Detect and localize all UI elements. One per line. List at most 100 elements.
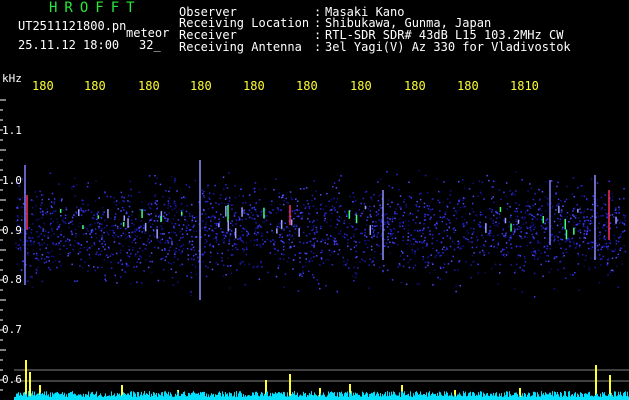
noise-speck bbox=[16, 244, 19, 247]
noise-floor bbox=[93, 394, 94, 400]
noise-speck bbox=[584, 259, 587, 261]
noise-floor bbox=[350, 393, 351, 400]
noise-speck bbox=[103, 259, 106, 261]
noise-speck bbox=[540, 263, 542, 266]
noise-speck bbox=[605, 237, 608, 239]
noise-speck bbox=[299, 241, 301, 243]
noise-speck bbox=[154, 195, 156, 197]
noise-speck bbox=[386, 171, 388, 173]
noise-speck bbox=[308, 233, 311, 235]
noise-speck bbox=[215, 224, 218, 226]
noise-speck bbox=[574, 217, 577, 219]
noise-floor bbox=[120, 395, 121, 400]
noise-speck bbox=[420, 235, 423, 237]
time-tick: 180 bbox=[457, 79, 479, 93]
noise-speck bbox=[503, 191, 505, 194]
noise-speck bbox=[512, 233, 515, 235]
noise-speck bbox=[448, 226, 450, 229]
noise-floor bbox=[55, 392, 56, 400]
noise-speck bbox=[213, 218, 216, 220]
noise-speck bbox=[127, 200, 129, 202]
noise-speck bbox=[562, 252, 565, 254]
noise-speck bbox=[538, 199, 541, 201]
noise-speck bbox=[449, 222, 451, 224]
noise-floor bbox=[46, 391, 47, 400]
noise-speck bbox=[209, 244, 211, 247]
noise-speck bbox=[335, 201, 338, 204]
noise-speck bbox=[408, 266, 411, 269]
noise-speck bbox=[444, 249, 446, 251]
noise-floor bbox=[551, 394, 552, 400]
noise-floor bbox=[119, 393, 120, 400]
noise-floor bbox=[233, 395, 234, 400]
noise-speck bbox=[189, 215, 191, 217]
noise-speck bbox=[403, 258, 405, 261]
noise-speck bbox=[369, 214, 372, 216]
noise-speck bbox=[175, 251, 178, 253]
noise-speck bbox=[387, 232, 390, 235]
noise-speck bbox=[470, 276, 472, 279]
noise-speck bbox=[42, 194, 44, 196]
noise-speck bbox=[130, 282, 132, 285]
noise-speck bbox=[437, 276, 439, 279]
noise-speck bbox=[407, 229, 410, 232]
noise-floor bbox=[79, 394, 80, 400]
antenna-value: 3el Yagi(V) Az 330 for Vladivostok bbox=[325, 40, 571, 54]
noise-floor bbox=[21, 394, 22, 400]
noise-speck bbox=[437, 252, 440, 255]
noise-floor bbox=[587, 394, 588, 400]
noise-speck bbox=[501, 233, 504, 235]
noise-floor bbox=[74, 393, 75, 400]
noise-speck bbox=[306, 241, 308, 244]
noise-speck bbox=[164, 242, 167, 244]
noise-floor bbox=[256, 391, 257, 400]
noise-speck bbox=[119, 276, 122, 279]
noise-speck bbox=[67, 253, 70, 255]
noise-speck bbox=[622, 214, 625, 216]
noise-speck bbox=[278, 226, 281, 229]
noise-speck bbox=[544, 237, 546, 239]
noise-speck bbox=[222, 274, 224, 277]
noise-floor bbox=[337, 392, 338, 400]
noise-speck bbox=[110, 253, 113, 255]
noise-speck bbox=[575, 224, 577, 226]
noise-speck bbox=[537, 208, 540, 211]
noise-speck bbox=[407, 261, 409, 264]
noise-speck bbox=[206, 186, 209, 189]
noise-speck bbox=[380, 193, 382, 196]
noise-speck bbox=[557, 239, 559, 242]
noise-speck bbox=[615, 207, 617, 209]
noise-speck bbox=[402, 214, 404, 217]
noise-speck bbox=[471, 241, 473, 243]
noise-speck bbox=[27, 240, 29, 242]
noise-speck bbox=[294, 232, 296, 234]
noise-floor bbox=[226, 394, 227, 400]
noise-speck bbox=[379, 204, 381, 206]
noise-speck bbox=[402, 265, 405, 268]
noise-speck bbox=[17, 248, 20, 250]
noise-floor bbox=[143, 393, 144, 400]
noise-floor bbox=[488, 395, 489, 400]
noise-speck bbox=[83, 211, 85, 213]
noise-speck bbox=[387, 203, 389, 205]
noise-speck bbox=[412, 219, 415, 221]
noise-speck bbox=[455, 217, 458, 220]
noise-speck bbox=[177, 281, 179, 284]
noise-speck bbox=[126, 252, 128, 254]
noise-floor bbox=[196, 393, 197, 400]
noise-floor bbox=[274, 393, 275, 400]
noise-speck bbox=[175, 234, 178, 236]
echo-blip bbox=[181, 211, 183, 216]
noise-speck bbox=[376, 234, 378, 236]
noise-speck bbox=[530, 228, 532, 230]
noise-speck bbox=[162, 195, 164, 198]
noise-floor bbox=[600, 393, 601, 400]
noise-speck bbox=[36, 231, 38, 233]
noise-speck bbox=[282, 258, 285, 260]
noise-speck bbox=[424, 215, 426, 218]
noise-speck bbox=[457, 246, 459, 249]
noise-floor bbox=[403, 393, 404, 400]
noise-speck bbox=[361, 232, 364, 235]
noise-speck bbox=[615, 256, 617, 259]
noise-speck bbox=[547, 204, 549, 206]
